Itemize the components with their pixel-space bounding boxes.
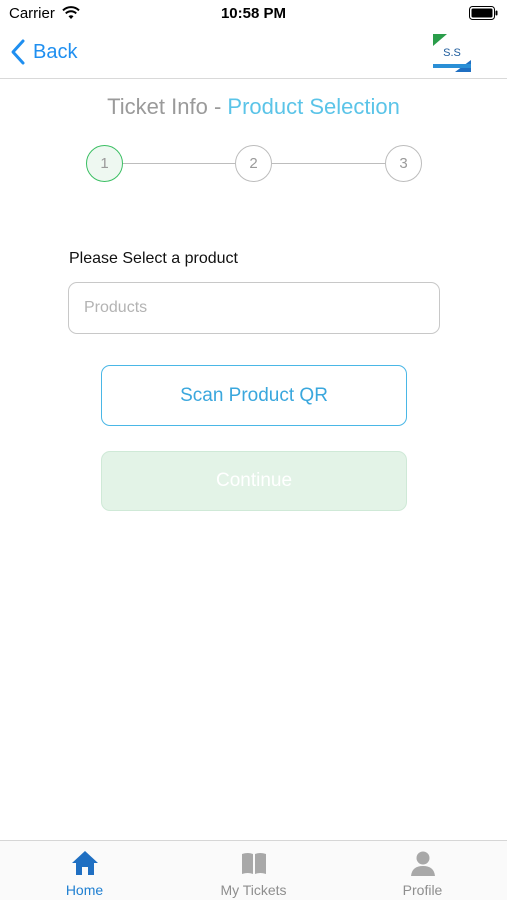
scan-product-qr-button[interactable]: Scan Product QR: [101, 365, 407, 426]
continue-button[interactable]: Continue: [101, 451, 407, 511]
page-title: Ticket Info - Product Selection: [0, 94, 507, 120]
step-1: 1: [86, 145, 123, 182]
home-icon: [71, 851, 98, 875]
company-logo: S.S: [433, 34, 471, 72]
products-input[interactable]: [68, 282, 440, 334]
tab-my-tickets[interactable]: My Tickets: [169, 841, 338, 900]
step-connector: [272, 163, 385, 164]
tab-home[interactable]: Home: [0, 841, 169, 900]
back-button[interactable]: Back: [10, 36, 77, 68]
navigation-bar: Back S.S: [0, 28, 507, 79]
book-icon: [241, 853, 266, 874]
title-main: Ticket Info: [107, 94, 208, 119]
person-icon: [410, 851, 435, 876]
tab-my-tickets-label: My Tickets: [220, 882, 287, 898]
title-separator: -: [207, 94, 228, 119]
svg-text:S.S: S.S: [443, 47, 461, 59]
tab-profile[interactable]: Profile: [338, 841, 507, 900]
step-2: 2: [235, 145, 272, 182]
product-field-label: Please Select a product: [69, 250, 238, 267]
step-3: 3: [385, 145, 422, 182]
chevron-left-icon: [11, 39, 25, 65]
status-bar: Carrier 10:58 PM: [0, 0, 507, 28]
title-subtitle: Product Selection: [227, 94, 400, 119]
status-time: 10:58 PM: [220, 5, 287, 22]
tab-bar: Home My Tickets Profile: [0, 840, 507, 900]
battery-icon: [469, 6, 498, 20]
step-connector: [123, 163, 235, 164]
progress-stepper: 1 2 3: [86, 145, 422, 183]
tab-home-label: Home: [65, 882, 104, 898]
tab-profile-label: Profile: [402, 882, 443, 898]
back-label: Back: [33, 40, 78, 63]
product-selection-screen: Carrier 10:58 PM Back S.S Ticket Info - …: [0, 0, 507, 900]
